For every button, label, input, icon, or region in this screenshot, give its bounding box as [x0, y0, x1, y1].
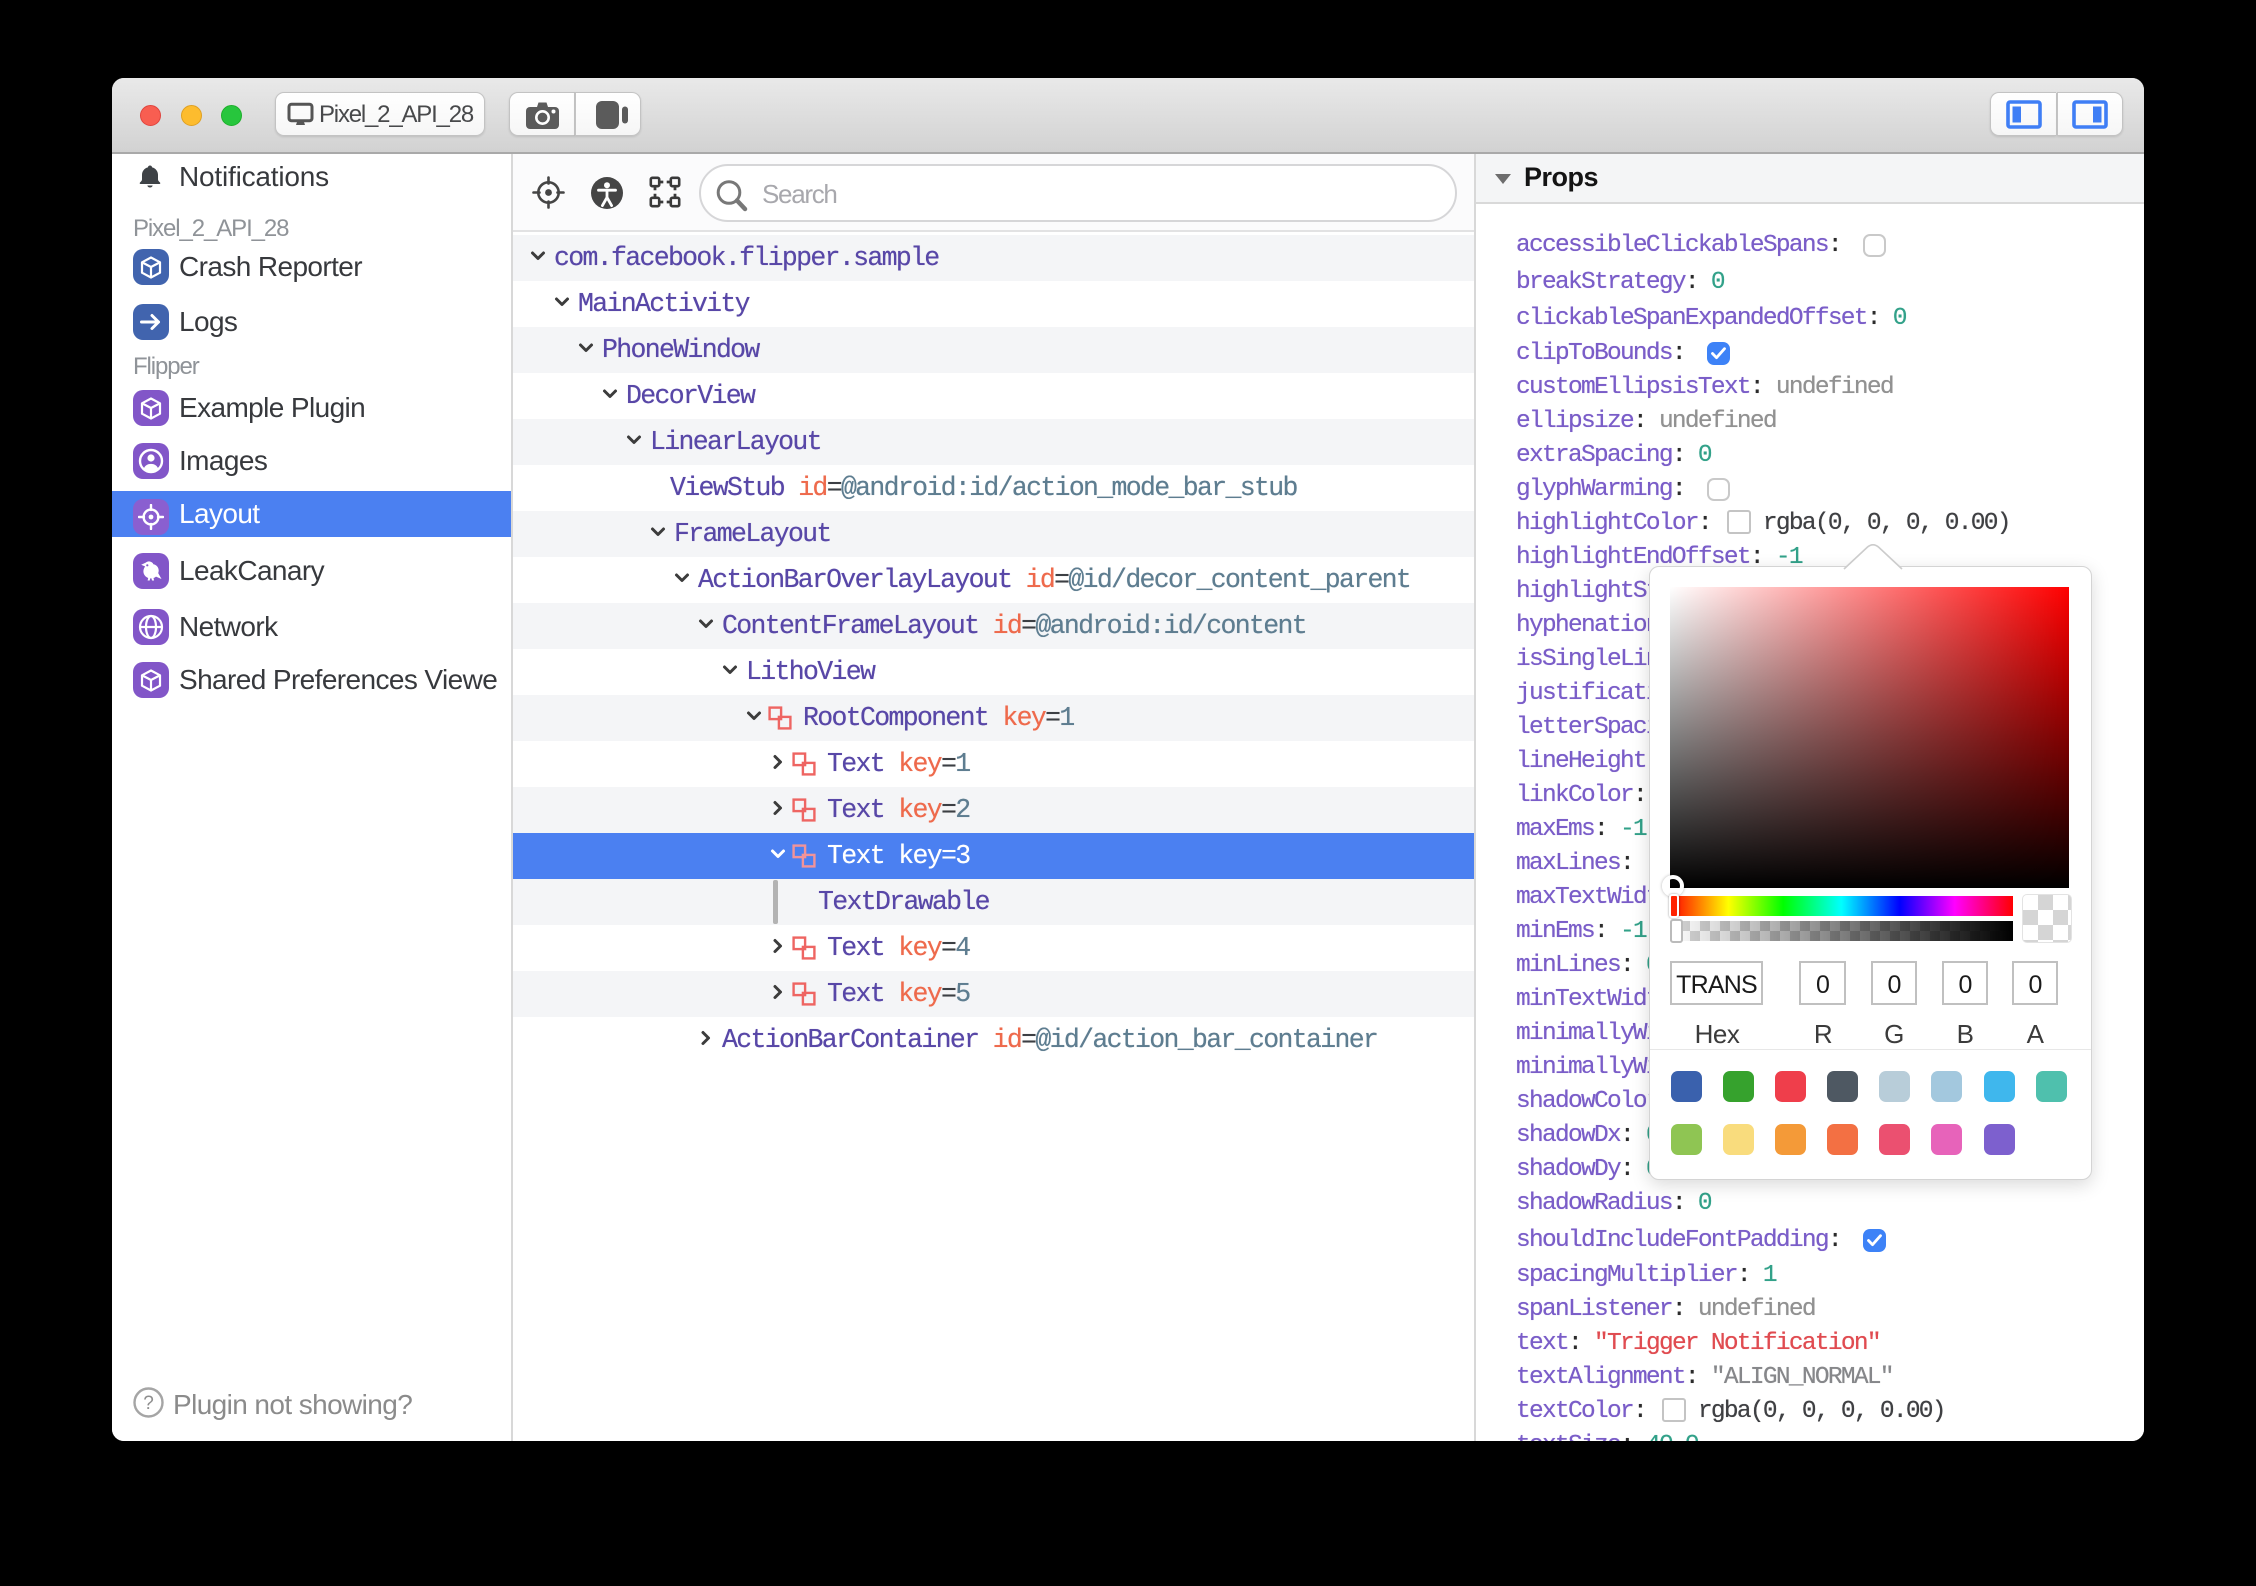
svg-text:?: ?: [143, 1393, 154, 1414]
